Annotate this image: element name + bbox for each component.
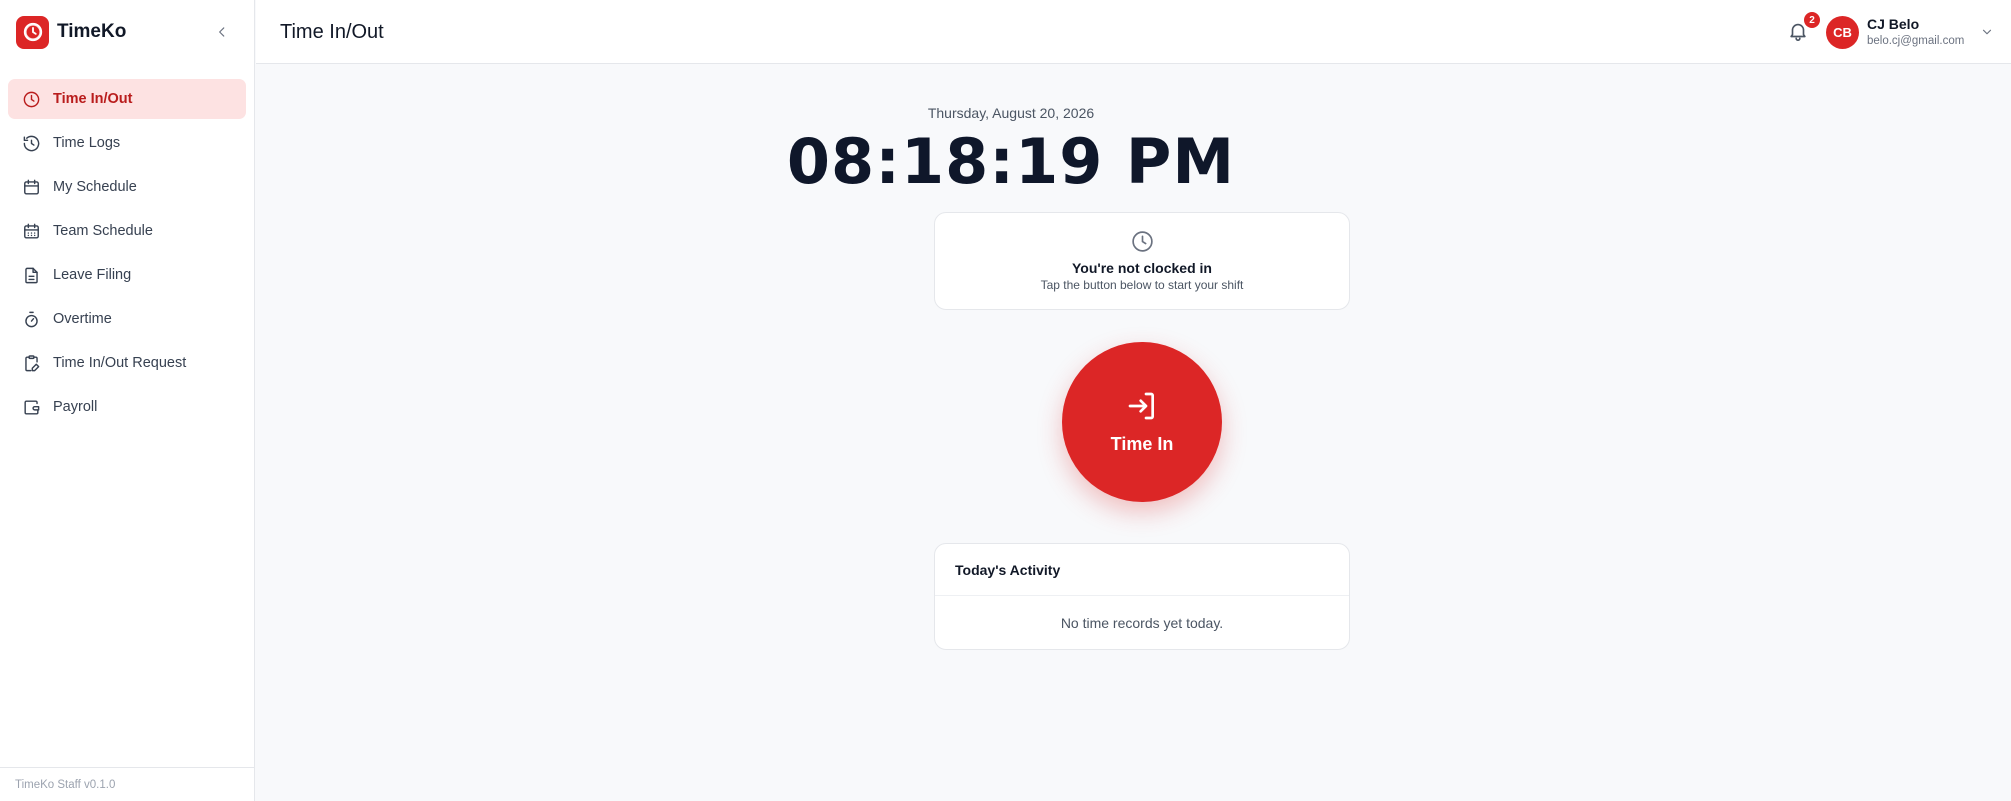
sidebar-item-time-logs[interactable]: Time Logs <box>8 123 246 163</box>
calendar-grid-icon <box>21 221 41 241</box>
brand: TimeKo <box>0 0 254 64</box>
chevron-down-icon <box>1979 24 1995 40</box>
sidebar-item-time-in-out[interactable]: Time In/Out <box>8 79 246 119</box>
sidebar-nav: Time In/Out Time Logs My Schedule Team S… <box>0 64 254 427</box>
avatar: CB <box>1826 15 1859 49</box>
notifications-button[interactable]: 2 <box>1787 12 1820 44</box>
clock-icon <box>21 89 41 109</box>
status-title: You're not clocked in <box>1072 260 1212 276</box>
sidebar: TimeKo Time In/Out Time Logs My Schedule <box>0 0 255 801</box>
sidebar-item-label: Time Logs <box>53 135 121 151</box>
current-time: 08:18:19 PM <box>786 125 1236 198</box>
sidebar-item-label: Time In/Out <box>53 91 133 107</box>
app-name: TimeKo <box>57 21 127 42</box>
current-date: Thursday, August 20, 2026 <box>927 105 1095 121</box>
sidebar-item-payroll[interactable]: Payroll <box>8 387 246 427</box>
page-title: Time In/Out <box>280 21 384 43</box>
sidebar-item-overtime[interactable]: Overtime <box>8 299 246 339</box>
sidebar-item-leave-filing[interactable]: Leave Filing <box>8 255 246 295</box>
stopwatch-icon <box>21 309 41 329</box>
activity-title: Today's Activity <box>935 544 1349 596</box>
time-in-button[interactable]: Time In <box>1062 342 1222 502</box>
document-icon <box>21 265 41 285</box>
sidebar-item-my-schedule[interactable]: My Schedule <box>8 167 246 207</box>
sidebar-item-time-in-out-request[interactable]: Time In/Out Request <box>8 343 246 383</box>
history-icon <box>21 133 41 153</box>
sidebar-item-label: Team Schedule <box>53 223 153 239</box>
login-icon <box>1126 390 1158 422</box>
top-header: Time In/Out 2 CB CJ Belo belo.cj@gmail.c… <box>256 0 2011 64</box>
chevron-left-icon <box>219 27 225 37</box>
sidebar-item-label: Payroll <box>53 399 98 415</box>
user-email: belo.cj@gmail.com <box>1867 35 1965 47</box>
activity-empty-message: No time records yet today. <box>1060 614 1224 631</box>
sidebar-item-team-schedule[interactable]: Team Schedule <box>8 211 246 251</box>
main-content: Thursday, August 20, 2026 08:18:19 PM Yo… <box>256 65 2011 801</box>
status-subtitle: Tap the button below to start your shift <box>1040 278 1244 292</box>
time-in-label: Time In <box>1110 433 1174 454</box>
todays-activity-card: Today's Activity No time records yet tod… <box>934 543 1350 650</box>
user-menu[interactable]: CB CJ Belo belo.cj@gmail.com <box>1826 14 1995 50</box>
collapse-sidebar-button[interactable] <box>212 22 232 42</box>
clock-icon <box>935 229 1349 255</box>
sidebar-item-label: My Schedule <box>53 179 137 195</box>
user-info: CJ Belo belo.cj@gmail.com <box>1867 15 1973 49</box>
sidebar-item-label: Time In/Out Request <box>53 355 187 371</box>
wallet-icon <box>21 397 41 417</box>
clipboard-edit-icon <box>21 353 41 373</box>
app-logo-icon <box>16 15 49 49</box>
version-label: TimeKo Staff v0.1.0 <box>0 767 254 801</box>
clock-status-card: You're not clocked in Tap the button bel… <box>934 212 1350 310</box>
notification-count-badge: 2 <box>1804 12 1820 28</box>
sidebar-item-label: Leave Filing <box>53 267 132 283</box>
calendar-icon <box>21 177 41 197</box>
user-name: CJ Belo <box>1867 16 1920 32</box>
sidebar-item-label: Overtime <box>53 311 112 327</box>
